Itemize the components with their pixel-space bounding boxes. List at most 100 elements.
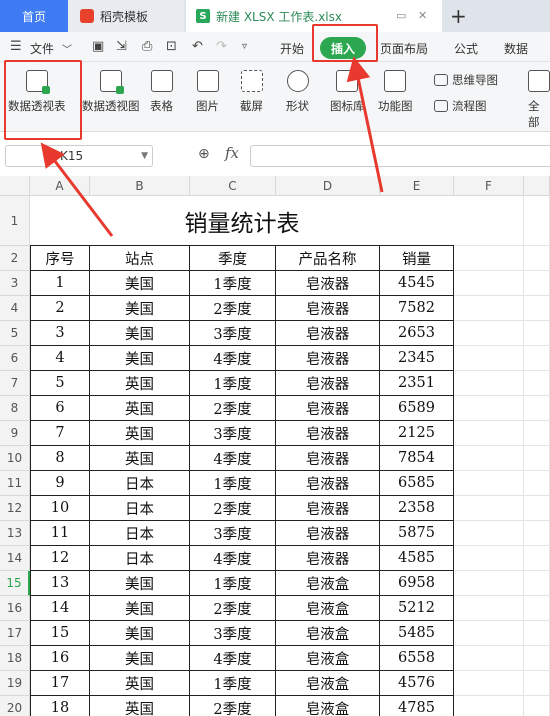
undo-icon[interactable]: ↶	[192, 39, 203, 54]
cell-quarter[interactable]: 1季度	[190, 571, 276, 596]
cell-product[interactable]: 皂液盒	[276, 571, 380, 596]
mindmap-button[interactable]: 思维导图	[434, 72, 498, 88]
row-header[interactable]: 18	[0, 646, 30, 671]
cell-sales[interactable]: 6585	[380, 471, 454, 496]
cell-product[interactable]: 皂液器	[276, 446, 380, 471]
empty-cell[interactable]	[454, 196, 524, 246]
menu-page-layout[interactable]: 页面布局	[380, 40, 428, 57]
cell-product[interactable]: 皂液器	[276, 296, 380, 321]
cell-seq[interactable]: 5	[30, 371, 90, 396]
cell-site[interactable]: 站点	[90, 246, 190, 271]
cell-quarter[interactable]: 2季度	[190, 596, 276, 621]
sheet-title[interactable]: 销量统计表	[30, 196, 454, 246]
empty-cell[interactable]	[524, 671, 550, 696]
table-button[interactable]: 表格	[150, 70, 173, 114]
cell-seq[interactable]: 4	[30, 346, 90, 371]
picture-button[interactable]: 图片	[196, 70, 219, 114]
empty-cell[interactable]	[454, 696, 524, 716]
cell-quarter[interactable]: 4季度	[190, 446, 276, 471]
cell-sales[interactable]: 4576	[380, 671, 454, 696]
column-header-d[interactable]: D	[276, 176, 380, 196]
cell-site[interactable]: 英国	[90, 396, 190, 421]
cell-seq[interactable]: 9	[30, 471, 90, 496]
new-tab-button[interactable]: +	[450, 4, 467, 28]
cell-seq[interactable]: 10	[30, 496, 90, 521]
cell-quarter[interactable]: 2季度	[190, 496, 276, 521]
row-header[interactable]: 4	[0, 296, 30, 321]
cell-site[interactable]: 美国	[90, 271, 190, 296]
empty-cell[interactable]	[454, 246, 524, 271]
formula-input[interactable]	[250, 145, 550, 167]
chevron-down-icon[interactable]: ﹀	[62, 41, 72, 56]
export-icon[interactable]: ⇲	[116, 39, 127, 54]
cell-seq[interactable]: 序号	[30, 246, 90, 271]
empty-cell[interactable]	[524, 321, 550, 346]
cell-site[interactable]: 美国	[90, 296, 190, 321]
cell-site[interactable]: 英国	[90, 671, 190, 696]
empty-cell[interactable]	[454, 421, 524, 446]
icon-library-button[interactable]: 图标库	[330, 70, 365, 114]
empty-cell[interactable]	[524, 646, 550, 671]
empty-cell[interactable]	[454, 371, 524, 396]
empty-cell[interactable]	[524, 471, 550, 496]
empty-cell[interactable]	[454, 496, 524, 521]
cell-product[interactable]: 皂液器	[276, 396, 380, 421]
empty-cell[interactable]	[454, 271, 524, 296]
cell-site[interactable]: 英国	[90, 421, 190, 446]
row-header[interactable]: 17	[0, 621, 30, 646]
empty-cell[interactable]	[454, 396, 524, 421]
screenshot-button[interactable]: 截屏	[240, 70, 263, 114]
row-header[interactable]: 7	[0, 371, 30, 396]
cell-product[interactable]: 皂液盒	[276, 671, 380, 696]
empty-cell[interactable]	[524, 596, 550, 621]
empty-cell[interactable]	[524, 546, 550, 571]
hamburger-icon[interactable]: ☰	[10, 39, 22, 54]
empty-cell[interactable]	[454, 671, 524, 696]
empty-cell[interactable]	[524, 621, 550, 646]
cell-site[interactable]: 英国	[90, 371, 190, 396]
empty-cell[interactable]	[524, 371, 550, 396]
cell-seq[interactable]: 2	[30, 296, 90, 321]
pivot-chart-button[interactable]: 数据透视图	[82, 70, 140, 114]
close-icon[interactable]: ✕	[418, 9, 427, 22]
cell-site[interactable]: 日本	[90, 471, 190, 496]
fx-icon[interactable]: fx	[225, 144, 239, 162]
tab-home[interactable]: 首页	[0, 0, 68, 32]
empty-cell[interactable]	[524, 521, 550, 546]
column-header-b[interactable]: B	[90, 176, 190, 196]
menu-start[interactable]: 开始	[280, 40, 304, 57]
cell-seq[interactable]: 12	[30, 546, 90, 571]
row-header[interactable]: 19	[0, 671, 30, 696]
empty-cell[interactable]	[454, 596, 524, 621]
row-header[interactable]: 15	[0, 571, 30, 596]
column-header-c[interactable]: C	[190, 176, 276, 196]
empty-cell[interactable]	[454, 621, 524, 646]
flowchart-button[interactable]: 流程图	[434, 98, 487, 114]
cell-sales[interactable]: 4545	[380, 271, 454, 296]
cell-quarter[interactable]: 4季度	[190, 546, 276, 571]
cell-sales[interactable]: 7854	[380, 446, 454, 471]
menu-data[interactable]: 数据	[504, 40, 528, 57]
cell-sales[interactable]: 4585	[380, 546, 454, 571]
empty-cell[interactable]	[454, 321, 524, 346]
cell-sales[interactable]: 4785	[380, 696, 454, 716]
empty-cell[interactable]	[524, 346, 550, 371]
empty-cell[interactable]	[524, 571, 550, 596]
row-header[interactable]: 20	[0, 696, 30, 716]
cell-sales[interactable]: 销量	[380, 246, 454, 271]
cell-sales[interactable]: 7582	[380, 296, 454, 321]
cell-product[interactable]: 皂液器	[276, 496, 380, 521]
row-header[interactable]: 11	[0, 471, 30, 496]
cell-product[interactable]: 皂液器	[276, 371, 380, 396]
cell-quarter[interactable]: 2季度	[190, 696, 276, 716]
cell-product[interactable]: 皂液器	[276, 421, 380, 446]
cell-product[interactable]: 皂液器	[276, 546, 380, 571]
cell-sales[interactable]: 2653	[380, 321, 454, 346]
cell-site[interactable]: 美国	[90, 321, 190, 346]
empty-cell[interactable]	[454, 546, 524, 571]
cell-site[interactable]: 美国	[90, 346, 190, 371]
empty-cell[interactable]	[524, 271, 550, 296]
shape-button[interactable]: 形状	[286, 70, 309, 114]
empty-cell[interactable]	[454, 446, 524, 471]
empty-cell[interactable]	[524, 421, 550, 446]
